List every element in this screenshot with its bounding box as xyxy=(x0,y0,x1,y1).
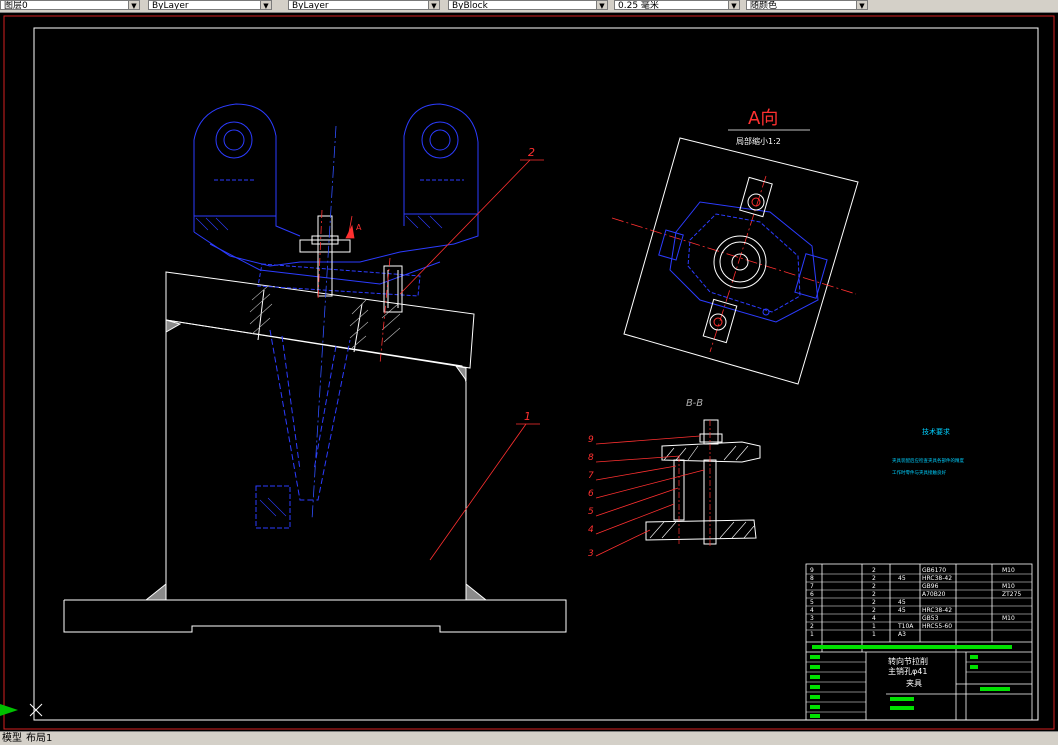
chevron-down-icon[interactable]: ▼ xyxy=(128,1,139,9)
tech-requirements-title: 技术要求 xyxy=(922,427,950,436)
part-name-line1: 转向节拉削 xyxy=(888,656,928,666)
tab-model[interactable]: 模型 xyxy=(0,732,24,745)
section-balloons: 9 8 7 6 5 4 3 xyxy=(588,435,594,559)
balloon-5: 5 xyxy=(588,507,594,517)
balloon-9: 9 xyxy=(588,435,594,445)
chevron-down-icon[interactable]: ▼ xyxy=(856,1,867,9)
bom-cell-no: 7 xyxy=(810,583,814,590)
bom-cell-qty: 2 xyxy=(872,583,876,590)
bom-cell-qty: 2 xyxy=(872,575,876,582)
drawing-canvas[interactable]: A 2 1 A向 局部缩小1:2 B-B 9 8 7 6 5 4 3 技术要求 … xyxy=(0,13,1058,731)
fixture-body xyxy=(63,271,567,633)
bom-cell-mat: A3 xyxy=(898,631,906,638)
balloon-7: 7 xyxy=(588,471,594,481)
bom-cell-qty: 4 xyxy=(872,615,876,622)
tech-requirements-line1: 夹具装配后应检查夹具各部件的精度 xyxy=(892,457,964,464)
part-name-line3: 夹具 xyxy=(906,678,922,688)
bom-cell-qty: 1 xyxy=(872,623,876,630)
bom-cell-std: A70B20 xyxy=(922,591,946,598)
bom-cell-no: 6 xyxy=(810,591,814,598)
bom-cell-no: 4 xyxy=(810,607,814,614)
properties-toolbar: 图层0 ▼ ByLayer ▼ ByLayer ▼ ByBlock ▼ 0.25 毫米 ▼… xyxy=(0,0,1058,13)
chevron-down-icon[interactable]: ▼ xyxy=(428,1,439,9)
color-combo[interactable]: ByLayer ▼ xyxy=(148,0,272,10)
view-a-drawing xyxy=(611,137,859,385)
bom-cell-mat: 45 xyxy=(898,575,906,582)
bom-cell-qty: 1 xyxy=(872,631,876,638)
view-a-subtitle: 局部缩小1:2 xyxy=(736,136,781,146)
hatch-section xyxy=(249,285,401,349)
bom-cell-note: M10 xyxy=(1002,567,1015,574)
bom-cell-no: 5 xyxy=(810,599,814,606)
bom-cell-std: GB53 xyxy=(922,615,939,622)
workpiece-hatch xyxy=(195,215,443,517)
bom-cell-std: HRC38-42 xyxy=(922,607,952,614)
bom-cell-std: HRC38-42 xyxy=(922,575,952,582)
chevron-down-icon[interactable]: ▼ xyxy=(728,1,739,9)
tab-layout1[interactable]: 布局1 xyxy=(24,732,54,745)
balloon-6: 6 xyxy=(588,489,594,499)
bill-of-materials: 9 2 GB6170 M108 2 45 HRC38-427 2 GB96 M106 2 A70B20… xyxy=(810,567,1021,638)
layout-tabs: 模型 布局1 xyxy=(0,731,1058,745)
leader-label-1: 1 xyxy=(524,410,531,423)
title-block xyxy=(805,563,1033,721)
bom-cell-no: 3 xyxy=(810,615,814,622)
bom-cell-std: GB96 xyxy=(922,583,939,590)
bom-cell-note: M10 xyxy=(1002,615,1015,622)
bom-cell-note: ZT275 xyxy=(1002,591,1021,598)
tech-requirements-line2: 工作时零件与夹具接触良好 xyxy=(892,469,946,476)
bom-cell-mat: 45 xyxy=(898,607,906,614)
ucs-icon xyxy=(0,700,43,718)
bom-cell-no: 8 xyxy=(810,575,814,582)
plotstyle-combo[interactable]: 随颜色 ▼ xyxy=(746,0,868,10)
layer-combo[interactable]: 图层0 ▼ xyxy=(0,0,140,10)
balloon-8: 8 xyxy=(588,453,594,463)
balloon-3: 3 xyxy=(588,549,594,559)
view-a-title: A向 xyxy=(748,108,778,129)
view-arrow-label: A xyxy=(356,223,362,232)
part-name-line2: 主销孔φ41 xyxy=(888,666,927,676)
bom-cell-qty: 2 xyxy=(872,599,876,606)
section-title: B-B xyxy=(686,398,703,409)
chevron-down-icon[interactable]: ▼ xyxy=(260,1,271,9)
bom-cell-qty: 2 xyxy=(872,607,876,614)
workpiece-knuckle xyxy=(193,103,479,529)
lineweight-combo[interactable]: ByBlock ▼ xyxy=(448,0,608,10)
linewidth-combo[interactable]: 0.25 毫米 ▼ xyxy=(614,0,740,10)
linetype-combo[interactable]: ByLayer ▼ xyxy=(288,0,440,10)
bom-cell-no: 1 xyxy=(810,631,814,638)
bom-cell-mat: 45 xyxy=(898,599,906,606)
chevron-down-icon[interactable]: ▼ xyxy=(596,1,607,9)
bom-cell-no: 9 xyxy=(810,567,814,574)
bom-cell-qty: 2 xyxy=(872,591,876,598)
leader-label-2: 2 xyxy=(528,146,535,159)
bom-cell-qty: 2 xyxy=(872,567,876,574)
balloon-4: 4 xyxy=(588,525,594,535)
bom-cell-note: M10 xyxy=(1002,583,1015,590)
inner-frame xyxy=(33,27,1039,721)
centerlines xyxy=(311,125,391,521)
bom-cell-std: HRC55-60 xyxy=(922,623,952,630)
bom-cell-mat: T10A xyxy=(897,623,914,630)
title-block-rows xyxy=(806,573,1032,713)
bom-cell-std: GB6170 xyxy=(922,567,946,574)
bom-cell-no: 2 xyxy=(810,623,814,630)
